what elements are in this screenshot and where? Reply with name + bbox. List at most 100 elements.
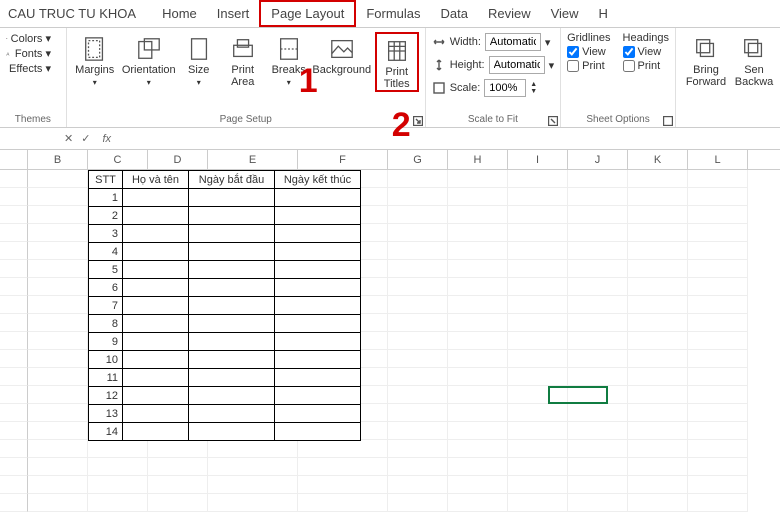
background-label: Background [312, 64, 371, 76]
column-headers: B C D E F G H I J K L [0, 150, 780, 170]
margins-label: Margins [75, 64, 114, 76]
scale-pct-label: Scale: [450, 82, 481, 94]
orientation-button[interactable]: Orientation▾ [121, 32, 177, 87]
scale-launcher[interactable] [548, 115, 558, 125]
background-button[interactable]: Background [313, 32, 371, 76]
scale-width-label: Width: [450, 36, 481, 48]
col-K[interactable]: K [628, 150, 688, 169]
col-G[interactable]: G [388, 150, 448, 169]
table-row[interactable]: 10 [89, 351, 361, 369]
col-D[interactable]: D [148, 150, 208, 169]
table-row[interactable]: 9 [89, 333, 361, 351]
scale-pct-input[interactable] [484, 79, 526, 97]
size-icon [186, 36, 212, 62]
document-title: CAU TRUC TU KHOA [8, 6, 136, 21]
hdr-name: Họ và tên [123, 171, 189, 189]
scale-height-input[interactable] [489, 56, 545, 74]
themes-colors[interactable]: Colors▾ [6, 32, 51, 45]
table-row[interactable]: 2 [89, 207, 361, 225]
col-C[interactable]: C [88, 150, 148, 169]
table-row[interactable]: 11 [89, 369, 361, 387]
breaks-icon [276, 36, 302, 62]
size-button[interactable]: Size▾ [181, 32, 217, 87]
bring-forward-button[interactable]: Bring Forward [682, 32, 730, 88]
col-L[interactable]: L [688, 150, 748, 169]
sheet-options-launcher[interactable] [663, 115, 673, 125]
group-scale-to-fit: Width: ▾ Height: ▾ Scale: ▲▼ Scale to Fi… [426, 28, 561, 127]
group-sheet-options: Gridlines View Print Headings View Print… [561, 28, 676, 127]
print-titles-button[interactable]: Print Titles [375, 32, 419, 92]
scale-height[interactable]: Height: ▾ [432, 55, 554, 75]
table-row[interactable]: 1 [89, 189, 361, 207]
group-arrange-label [682, 123, 774, 125]
scale-width[interactable]: Width: ▾ [432, 32, 551, 52]
print-titles-icon [384, 38, 410, 64]
table-row[interactable]: 13 [89, 405, 361, 423]
worksheet-grid[interactable]: STT Họ và tên Ngày bắt đầu Ngày kết thúc… [0, 170, 780, 512]
col-B[interactable]: B [28, 150, 88, 169]
orientation-icon [136, 36, 162, 62]
bring-forward-icon [693, 36, 719, 62]
table-row[interactable]: 6 [89, 279, 361, 297]
margins-icon [82, 36, 108, 62]
tab-view[interactable]: View [541, 2, 589, 25]
gridlines-print[interactable]: Print [567, 60, 610, 72]
group-scale-label: Scale to Fit [432, 112, 554, 125]
send-backward-button[interactable]: Sen Backwa [734, 32, 774, 88]
themes-fonts[interactable]: A Fonts▾ [6, 47, 51, 60]
bring-forward-label: Bring Forward [686, 64, 726, 88]
scale-height-label: Height: [450, 59, 485, 71]
group-sheet-options-label: Sheet Options [567, 112, 669, 125]
table-row[interactable]: 14 [89, 423, 361, 441]
col-I[interactable]: I [508, 150, 568, 169]
send-backward-label: Sen Backwa [735, 64, 774, 88]
scale-pct[interactable]: Scale: ▲▼ [432, 78, 538, 98]
group-page-setup: Margins▾ Orientation▾ Size▾ Print Area B… [67, 28, 426, 127]
headings-view[interactable]: View [623, 46, 669, 58]
background-icon [329, 36, 355, 62]
group-themes: Colors▾ A Fonts▾ Effects▾ Themes [0, 28, 67, 127]
tab-help[interactable]: H [589, 2, 618, 25]
table-header-row: STT Họ và tên Ngày bắt đầu Ngày kết thúc [89, 171, 361, 189]
tab-review[interactable]: Review [478, 2, 541, 25]
ribbon-tabs: CAU TRUC TU KHOA Home Insert Page Layout… [0, 0, 780, 28]
font-icon: A [6, 51, 12, 57]
themes-effects-label: Effects [9, 63, 42, 75]
svg-text:A: A [6, 51, 9, 56]
scale-width-input[interactable] [485, 33, 541, 51]
fx-label: fx [94, 133, 119, 145]
page-setup-launcher[interactable] [413, 115, 423, 125]
margins-button[interactable]: Margins▾ [73, 32, 117, 87]
group-arrange: Bring Forward Sen Backwa [676, 28, 780, 127]
tab-formulas[interactable]: Formulas [356, 2, 430, 25]
print-titles-label: Print Titles [384, 66, 410, 90]
themes-effects[interactable]: Effects▾ [6, 62, 51, 75]
gridlines-view[interactable]: View [567, 46, 610, 58]
fx-button[interactable]: ✕✓fx [60, 132, 119, 145]
table-row[interactable]: 4 [89, 243, 361, 261]
table-row[interactable]: 3 [89, 225, 361, 243]
group-page-setup-label: Page Setup [73, 112, 419, 125]
table-row[interactable]: 5 [89, 261, 361, 279]
tab-home[interactable]: Home [152, 2, 207, 25]
col-H[interactable]: H [448, 150, 508, 169]
col-F[interactable]: F [298, 150, 388, 169]
tab-page-layout[interactable]: Page Layout [259, 0, 356, 27]
table-row[interactable]: 8 [89, 315, 361, 333]
headings-print[interactable]: Print [623, 60, 669, 72]
table-row[interactable]: 7 [89, 297, 361, 315]
themes-colors-label: Colors [11, 33, 43, 45]
table-row[interactable]: 12 [89, 387, 361, 405]
tab-data[interactable]: Data [431, 2, 478, 25]
print-area-label: Print Area [231, 64, 254, 88]
headings-label: Headings [623, 32, 669, 44]
print-area-button[interactable]: Print Area [221, 32, 265, 88]
col-E[interactable]: E [208, 150, 298, 169]
hdr-stt: STT [89, 171, 123, 189]
col-J[interactable]: J [568, 150, 628, 169]
gridlines-label: Gridlines [567, 32, 610, 44]
formula-bar: ✕✓fx [0, 128, 780, 150]
palette-icon [6, 38, 8, 40]
breaks-button[interactable]: Breaks▾ [269, 32, 309, 87]
tab-insert[interactable]: Insert [207, 2, 260, 25]
